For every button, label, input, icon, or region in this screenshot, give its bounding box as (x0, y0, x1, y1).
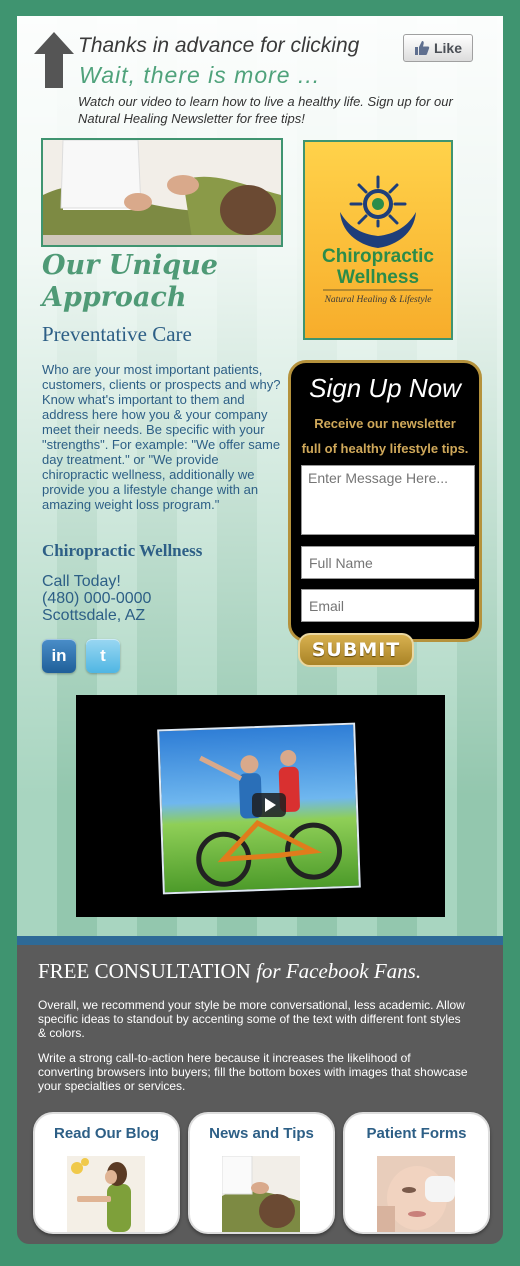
card-title: Patient Forms (366, 1125, 467, 1142)
signup-form: Sign Up Now Receive our newsletter full … (288, 360, 482, 642)
free-consultation-text: FREE CONSULTATION (38, 959, 251, 983)
read-blog-card[interactable]: Read Our Blog (33, 1112, 180, 1234)
social-links: in t (42, 639, 120, 673)
divider-bar (17, 936, 503, 945)
signup-title: Sign Up Now (309, 373, 461, 403)
news-tips-card[interactable]: News and Tips (188, 1112, 335, 1234)
call-today: Call Today! (42, 573, 121, 590)
intro-text: Watch our video to learn how to live a h… (78, 94, 453, 126)
logo-line2: Wellness (337, 267, 419, 288)
city-location: Scottsdale, AZ (42, 607, 146, 624)
twitter-icon[interactable]: t (86, 639, 120, 673)
message-field[interactable] (301, 465, 475, 535)
footer-paragraph-2: Write a strong call-to-action here becau… (38, 1051, 468, 1093)
thanks-text: Thanks in advance for clicking (78, 34, 360, 57)
facebook-fans-text: for Facebook Fans. (256, 959, 422, 983)
footer-paragraph-1: Overall, we recommend your style be more… (38, 998, 465, 1040)
up-arrow-icon (34, 32, 74, 88)
signup-sub-line1: Receive our newsletter (314, 416, 456, 431)
phone-number: (480) 000-0000 (42, 590, 152, 607)
free-consultation-heading: FREE CONSULTATION for Facebook Fans. (38, 959, 421, 984)
wait-heading: Wait, there is more ... (79, 62, 321, 88)
card-title: News and Tips (209, 1125, 314, 1142)
company-name: Chiropractic Wellness (42, 541, 203, 560)
news-photo (222, 1156, 300, 1232)
thumbs-up-icon (414, 41, 430, 55)
card-title: Read Our Blog (53, 1125, 159, 1142)
chiropractic-treatment-photo (41, 138, 283, 247)
logo-tagline: Natural Healing & Lifestyle (324, 294, 432, 305)
approach-heading: Our Unique Approach (42, 250, 218, 313)
facebook-like-button[interactable]: Like (403, 34, 473, 62)
preventative-care-heading: Preventative Care (42, 322, 192, 346)
logo-line1: Chiropractic (322, 246, 434, 267)
patient-forms-card[interactable]: Patient Forms (343, 1112, 490, 1234)
video-player[interactable] (76, 695, 445, 917)
signup-subtitle: Receive our newsletter full of healthy l… (291, 411, 479, 461)
full-name-field[interactable] (301, 546, 475, 579)
contact-block: Call Today! (480) 000-0000 Scottsdale, A… (42, 573, 151, 624)
blog-photo (67, 1156, 145, 1232)
linkedin-icon[interactable]: in (42, 639, 76, 673)
play-button[interactable] (252, 793, 286, 817)
content-panel: Thanks in advance for clicking Like Wait… (17, 16, 503, 938)
patient-forms-photo (377, 1156, 455, 1232)
submit-button[interactable]: SUBMIT (298, 633, 414, 667)
chiropractic-wellness-logo: Chiropractic Wellness Natural Healing & … (303, 140, 453, 340)
like-label: Like (433, 40, 462, 56)
body-copy: Who are your most important patients, cu… (42, 362, 281, 512)
footer-section: FREE CONSULTATION for Facebook Fans. Ove… (17, 945, 503, 1244)
signup-sub-line2: full of healthy lifestyle tips. (301, 441, 469, 456)
email-field[interactable] (301, 589, 475, 622)
